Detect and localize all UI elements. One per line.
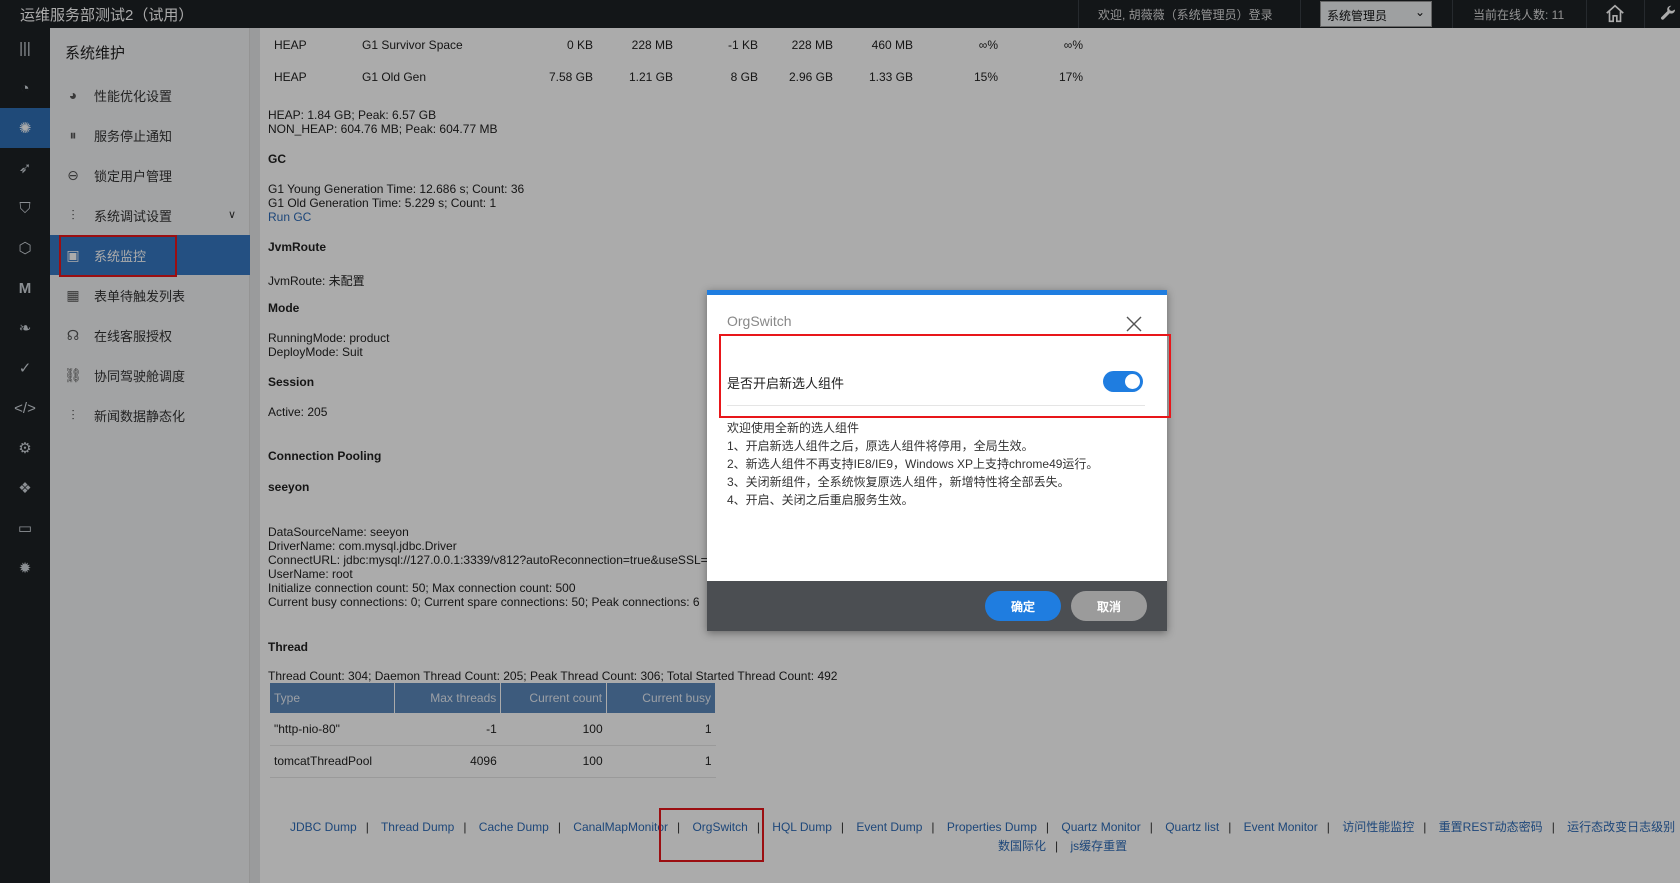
desc-line: 4、开启、关闭之后重启服务生效。 (727, 493, 914, 507)
desc-line: 1、开启新选人组件之后，原选人组件将停用，全局生效。 (727, 439, 1034, 453)
cancel-button[interactable]: 取消 (1071, 591, 1147, 621)
desc-line: 欢迎使用全新的选人组件 (727, 421, 860, 435)
dialog-footer: 确定 取消 (707, 581, 1167, 631)
desc-line: 2、新选人组件不再支持IE8/IE9，Windows XP上支持chrome49… (727, 457, 1099, 471)
desc-line: 3、关闭新组件，全系统恢复原选人组件，新增特性将全部丢失。 (727, 475, 1070, 489)
dialog-title: OrgSwitch (727, 313, 792, 329)
confirm-button[interactable]: 确定 (985, 591, 1061, 621)
close-icon[interactable] (1125, 315, 1143, 333)
dialog-description: 欢迎使用全新的选人组件 1、开启新选人组件之后，原选人组件将停用，全局生效。 2… (727, 419, 1098, 509)
highlight-box-toggle (719, 334, 1171, 418)
